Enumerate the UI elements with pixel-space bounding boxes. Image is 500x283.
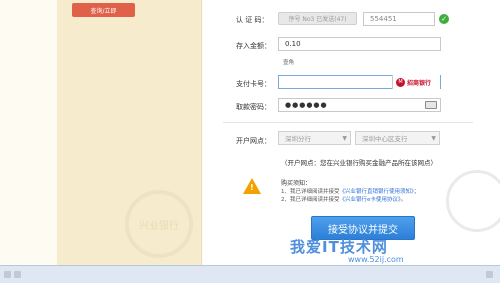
card-number-label: 支付卡号：	[236, 80, 271, 88]
sub-branch-select[interactable]: 深圳中心区支行 ▼	[355, 131, 440, 145]
query-button[interactable]: 查询/立即	[72, 3, 135, 17]
left-panel: 查询/立即 兴业银行	[57, 0, 202, 265]
notice-item: 2、我已详细阅读并接受《兴业银行e卡使用协议》。	[281, 195, 406, 203]
notice-title: 购买须知：	[281, 180, 312, 187]
bank-seal-text: 兴业银行	[139, 221, 179, 232]
verify-code-label: 认 证 码：	[236, 16, 269, 24]
notice-item-suffix: ；	[413, 189, 420, 195]
sub-branch-value: 深圳中心区支行	[362, 135, 408, 143]
branch-city-select[interactable]: 深圳分行 ▼	[278, 131, 351, 145]
keyboard-icon[interactable]	[425, 101, 437, 109]
taskbar-icon[interactable]	[14, 271, 21, 278]
notice-item-suffix: 。	[400, 197, 407, 203]
branch-city-value: 深圳分行	[285, 135, 311, 143]
agreement-link[interactable]: 《兴业银行e卡使用协议》	[340, 197, 401, 203]
bank-seal-logo	[446, 170, 500, 232]
sms-code-button[interactable]: 序号 No3 已发送(47)	[278, 12, 357, 25]
deposit-amount-label: 存入金额：	[236, 42, 271, 50]
taskbar-icon[interactable]	[4, 271, 11, 278]
deposit-form: 认 证 码： 序号 No3 已发送(47) 554451 ✓ 存入金额： 0.1…	[203, 0, 500, 265]
password-label: 取款密码：	[236, 103, 271, 111]
status-bar	[0, 265, 500, 283]
amount-hint: 壹角	[283, 60, 295, 66]
bank-logo-icon: M	[396, 77, 405, 87]
chevron-down-icon: ▼	[431, 135, 436, 142]
password-input[interactable]: ●●●●●●	[278, 98, 441, 112]
chevron-down-icon: ▼	[342, 135, 347, 142]
notice-item: 1、我已详细阅读并接受《兴业银行直销银行使用须知》；	[281, 187, 419, 195]
divider	[223, 122, 473, 123]
bank-name: 招商银行	[407, 79, 432, 87]
bank-seal-logo: 兴业银行	[125, 190, 193, 258]
deposit-amount-input[interactable]: 0.10	[278, 37, 441, 51]
taskbar-icon[interactable]	[486, 271, 493, 278]
branch-note: （开户网点：您在兴业银行购买金融产品所在该网点）	[281, 159, 437, 167]
notice-item-text: 2、我已详细阅读并接受	[281, 197, 340, 203]
check-icon: ✓	[439, 14, 449, 24]
site-watermark: 我爱IT技术网	[290, 238, 388, 256]
verify-code-input[interactable]: 554451	[363, 12, 435, 26]
bank-logo: M 招商银行	[392, 75, 440, 89]
warning-exclamation: !	[250, 183, 254, 192]
branch-label: 开户网点：	[236, 137, 271, 145]
site-watermark-url: www.52ij.com	[348, 255, 404, 264]
